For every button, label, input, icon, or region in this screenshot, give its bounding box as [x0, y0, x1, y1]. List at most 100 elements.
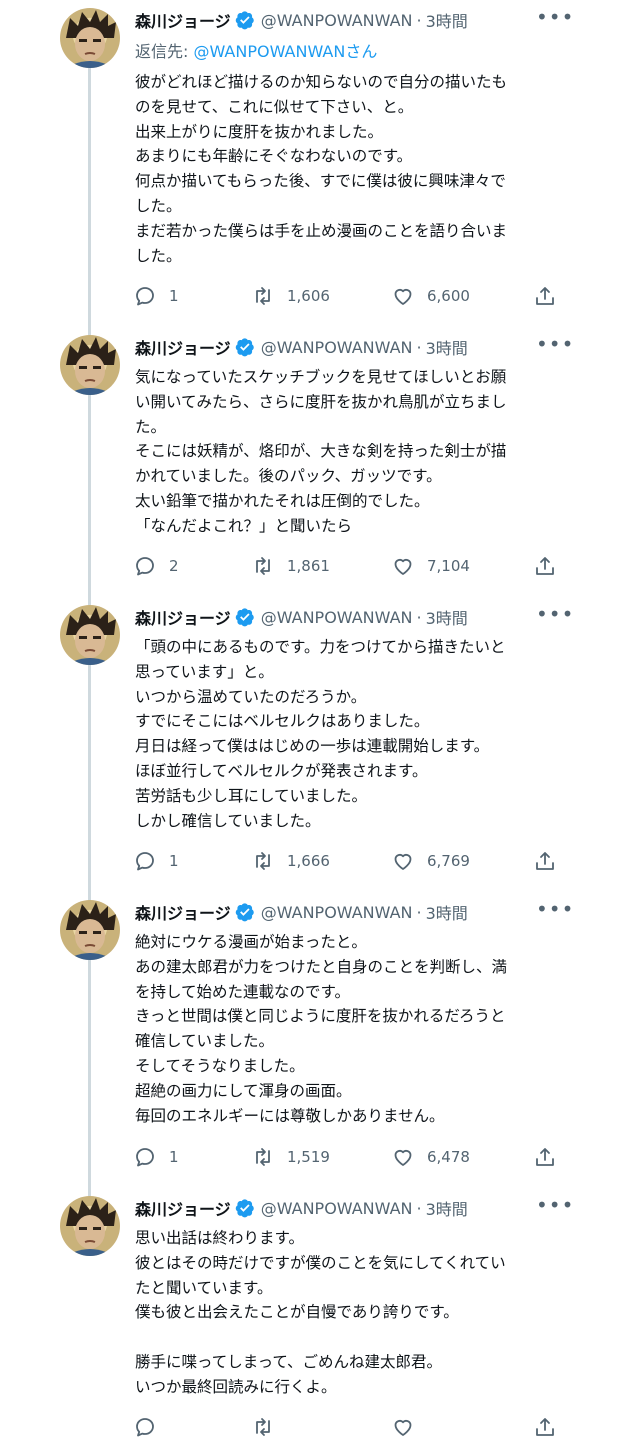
- heart-icon: [394, 853, 412, 870]
- like-count: 6,769: [427, 852, 470, 870]
- avatar[interactable]: [60, 335, 120, 395]
- verified-badge-icon: [235, 11, 254, 30]
- retweet-icon: [256, 557, 270, 575]
- avatar-image: [66, 607, 116, 665]
- more-icon[interactable]: •••: [536, 334, 573, 361]
- tweet[interactable]: 森川ジョージ @WANPOWANWAN · 3時間 ••• 「頭の中にあるもので…: [0, 600, 617, 895]
- author-name[interactable]: 森川ジョージ: [135, 1196, 231, 1220]
- action-bar: 1 1,519 6,478: [133, 1144, 563, 1170]
- more-icon[interactable]: •••: [536, 7, 573, 34]
- reply-icon: [136, 557, 154, 576]
- reply-suffix: さん: [345, 42, 378, 61]
- like-button[interactable]: 6,600: [391, 283, 470, 309]
- retweet-count: 1,606: [287, 287, 330, 305]
- share-button[interactable]: [533, 1144, 569, 1170]
- like-count: 6,600: [427, 287, 470, 305]
- reply-button[interactable]: 2: [133, 553, 179, 579]
- reply-count: 1: [169, 1148, 179, 1166]
- tweet-text: 気になっていたスケッチブックを見せてほしいとお願 い開いてみたら、さらに度肝を抜…: [135, 368, 507, 535]
- reply-button[interactable]: 1: [133, 283, 179, 309]
- like-count: 7,104: [427, 557, 470, 575]
- more-icon[interactable]: •••: [536, 1195, 573, 1222]
- retweet-button[interactable]: 1,606: [251, 283, 330, 309]
- more-icon[interactable]: •••: [536, 899, 573, 926]
- share-icon: [536, 287, 554, 305]
- tweet[interactable]: 森川ジョージ @WANPOWANWAN · 3時間 ••• 絶対にウケる漫画が始…: [0, 895, 617, 1191]
- verified-badge-icon: [235, 608, 254, 627]
- verified-badge-icon: [235, 338, 254, 357]
- avatar-image: [66, 337, 116, 395]
- retweet-button[interactable]: 1,519: [251, 1144, 330, 1170]
- like-button[interactable]: 6,478: [391, 1144, 470, 1170]
- reply-mention[interactable]: @WANPOWANWAN: [193, 42, 345, 61]
- reply-icon: [136, 287, 154, 306]
- reply-icon: [136, 1148, 154, 1167]
- avatar[interactable]: [60, 8, 120, 68]
- retweet-button[interactable]: [251, 1414, 287, 1440]
- share-button[interactable]: [533, 1414, 569, 1440]
- avatar[interactable]: [60, 605, 120, 665]
- author-handle[interactable]: @WANPOWANWAN: [261, 608, 413, 627]
- timestamp[interactable]: 3時間: [426, 1196, 468, 1220]
- author-name[interactable]: 森川ジョージ: [135, 8, 231, 32]
- like-count: 6,478: [427, 1148, 470, 1166]
- reply-button[interactable]: [133, 1414, 169, 1440]
- author-name[interactable]: 森川ジョージ: [135, 335, 231, 359]
- timestamp[interactable]: 3時間: [426, 8, 468, 32]
- author-name[interactable]: 森川ジョージ: [135, 605, 231, 629]
- retweet-button[interactable]: 1,666: [251, 848, 330, 874]
- timestamp[interactable]: 3時間: [426, 335, 468, 359]
- tweet-text: 彼がどれほど描けるのか知らないので自分の描いたも のを見せて、これに似せて下さい…: [135, 73, 508, 265]
- retweet-count: 1,519: [287, 1148, 330, 1166]
- retweet-count: 1,861: [287, 557, 330, 575]
- reply-icon: [136, 852, 154, 871]
- like-button[interactable]: [391, 1414, 427, 1440]
- retweet-count: 1,666: [287, 852, 330, 870]
- author-handle[interactable]: @WANPOWANWAN: [261, 903, 413, 922]
- retweet-icon: [256, 287, 270, 305]
- reply-button[interactable]: 1: [133, 848, 179, 874]
- reply-icon: [136, 1418, 154, 1437]
- avatar[interactable]: [60, 1196, 120, 1256]
- avatar-image: [66, 1198, 116, 1256]
- avatar-image: [66, 10, 116, 68]
- reply-count: 2: [169, 557, 179, 575]
- tweet-thread: 森川ジョージ @WANPOWANWAN · 3時間 ••• 返信先: @WANP…: [0, 0, 617, 1444]
- share-button[interactable]: [533, 553, 569, 579]
- author-handle[interactable]: @WANPOWANWAN: [261, 338, 413, 357]
- reply-button[interactable]: 1: [133, 1144, 179, 1170]
- tweet[interactable]: 森川ジョージ @WANPOWANWAN · 3時間 ••• 気になっていたスケッ…: [0, 330, 617, 600]
- share-button[interactable]: [533, 848, 569, 874]
- verified-badge-icon: [235, 903, 254, 922]
- separator-dot: ·: [416, 10, 422, 30]
- reply-count: 1: [169, 852, 179, 870]
- author-handle[interactable]: @WANPOWANWAN: [261, 1199, 413, 1218]
- separator-dot: ·: [416, 1198, 422, 1218]
- author-handle[interactable]: @WANPOWANWAN: [261, 11, 413, 30]
- action-bar: 1 1,606 6,600: [133, 283, 563, 309]
- share-button[interactable]: [533, 283, 569, 309]
- like-button[interactable]: 7,104: [391, 553, 470, 579]
- timestamp[interactable]: 3時間: [426, 605, 468, 629]
- tweet-text: 思い出話は終わります。 彼とはその時だけですが僕のことを気にしてくれてい たと聞…: [135, 1229, 506, 1396]
- retweet-button[interactable]: 1,861: [251, 553, 330, 579]
- tweet[interactable]: 森川ジョージ @WANPOWANWAN · 3時間 ••• 返信先: @WANP…: [0, 0, 617, 330]
- action-bar: 1 1,666 6,769: [133, 848, 563, 874]
- reply-prefix: 返信先:: [135, 42, 194, 61]
- tweet-text: 絶対にウケる漫画が始まったと。 あの建太郎君が力をつけたと自身のことを判断し、満…: [135, 933, 508, 1125]
- avatar[interactable]: [60, 900, 120, 960]
- separator-dot: ·: [416, 607, 422, 627]
- share-icon: [536, 1148, 554, 1166]
- tweet-text: 「頭の中にあるものです。力をつけてから描きたいと 思っています」と。 いつから温…: [135, 638, 506, 830]
- author-name[interactable]: 森川ジョージ: [135, 900, 231, 924]
- more-icon[interactable]: •••: [536, 604, 573, 631]
- separator-dot: ·: [416, 902, 422, 922]
- heart-icon: [394, 1419, 412, 1436]
- tweet[interactable]: 森川ジョージ @WANPOWANWAN · 3時間 ••• 思い出話は終わります…: [0, 1191, 617, 1444]
- reply-count: 1: [169, 287, 179, 305]
- timestamp[interactable]: 3時間: [426, 900, 468, 924]
- heart-icon: [394, 1149, 412, 1166]
- action-bar: 2 1,861 7,104: [133, 553, 563, 579]
- verified-badge-icon: [235, 1199, 254, 1218]
- like-button[interactable]: 6,769: [391, 848, 470, 874]
